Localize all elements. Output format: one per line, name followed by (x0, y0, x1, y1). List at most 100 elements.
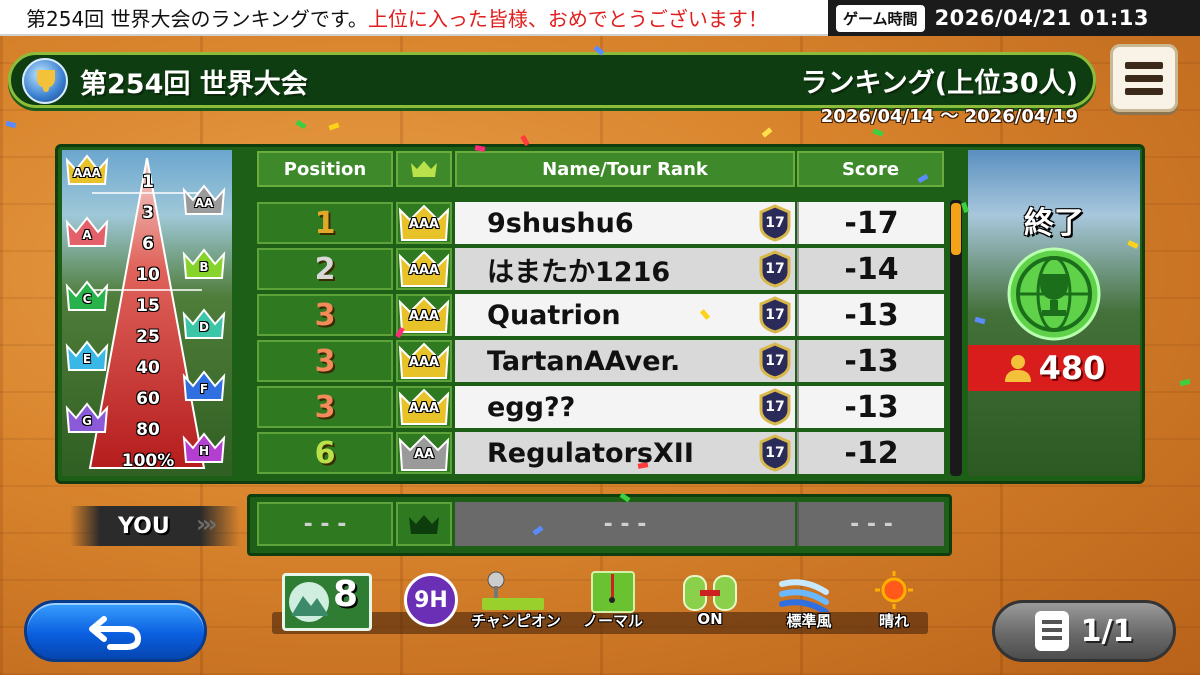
crown-icon-b: B (181, 246, 227, 282)
rank-position: 1 (257, 202, 393, 244)
game-time-label: ゲーム時間 (836, 4, 925, 32)
rank-position: 2 (257, 248, 393, 290)
wind-label: 標準風 (786, 612, 832, 630)
person-icon (1004, 355, 1031, 382)
return-arrow-icon (88, 616, 141, 650)
confetti-decoration (761, 127, 773, 138)
page-title: 第254回 世界大会 (80, 69, 308, 100)
crown-icon-empty (409, 515, 439, 534)
page-number: 1/1 (1080, 613, 1134, 649)
table-row[interactable]: 3 AAA egg?? 17 -13 (257, 386, 944, 428)
page-indicator-button[interactable]: 1/1 (992, 600, 1176, 662)
pyramid-percent-label: 25 (136, 327, 160, 347)
tour-rank-value: 17 (765, 261, 785, 277)
column-header-name: Name/Tour Rank (455, 151, 795, 187)
tour-rank-value: 17 (765, 445, 785, 461)
tour-rank-badge: 17 (755, 248, 795, 290)
crown-icon-a: A (64, 214, 110, 250)
sun-icon (875, 571, 913, 609)
participants-count: 480 (1038, 349, 1106, 387)
crown-icon-c: C (64, 278, 110, 314)
scrollbar-thumb[interactable] (951, 203, 961, 255)
game-time-display: ゲーム時間 2026/04/21 01:13 (828, 0, 1200, 36)
confetti-decoration (295, 119, 307, 130)
player-name: TartanAAver. (455, 340, 795, 382)
back-button[interactable] (24, 600, 207, 662)
assist-icon (683, 575, 737, 611)
table-row[interactable]: 2 AAA はまたか1216 17 -14 (257, 248, 944, 290)
tour-rank-value: 17 (765, 353, 785, 369)
ticker-text-main: 第254回 世界大会のランキングです。 (26, 6, 368, 31)
confetti-decoration (5, 120, 17, 129)
rank-position: 3 (257, 294, 393, 336)
player-score: -17 (797, 202, 944, 244)
confetti-decoration (872, 128, 884, 137)
player-score: -13 (797, 294, 944, 336)
menu-button[interactable] (1110, 44, 1178, 112)
tournament-status-text: 終了 (1024, 206, 1084, 241)
pyramid-percent-label: 80 (136, 420, 160, 440)
assist-label: ON (697, 610, 723, 628)
crown-icon-aaa: AAA (396, 248, 452, 290)
crown-icon-aaa: AAA (396, 386, 452, 428)
column-header-crown (396, 151, 452, 187)
tour-rank-value: 17 (765, 307, 785, 323)
tour-rank-badge: 17 (755, 340, 795, 382)
confetti-decoration (328, 122, 340, 131)
ranking-label: ランキング(上位30人) (800, 68, 1078, 99)
page-list-icon (1034, 611, 1069, 651)
table-row[interactable]: 3 AAA Quatrion 17 -13 (257, 294, 944, 336)
player-name: egg?? (455, 386, 795, 428)
crown-header-icon (411, 161, 437, 177)
rank-position: 6 (257, 432, 393, 474)
player-score: -14 (797, 248, 944, 290)
rank-position: 3 (257, 386, 393, 428)
rank-position: 3 (257, 340, 393, 382)
player-name: 9shushu6 (455, 202, 795, 244)
table-row[interactable]: 3 AAA TartanAAver. 17 -13 (257, 340, 944, 382)
crown-label: AA (413, 447, 435, 462)
player-score: -13 (797, 340, 944, 382)
pyramid-percent-label: 40 (136, 358, 160, 378)
tour-rank-badge: 17 (755, 432, 795, 474)
player-crown-cell (396, 502, 452, 546)
crown-icon-g: G (64, 400, 110, 436)
crown-label: AAA (408, 401, 440, 416)
hamburger-icon-bar (1125, 61, 1163, 69)
crown-icon-d: D (181, 306, 227, 342)
pyramid-percent-label: 15 (136, 296, 160, 316)
column-header-position: Position (257, 151, 393, 187)
world-trophy-icon (1007, 247, 1101, 341)
pyramid-percent-label: 10 (136, 265, 160, 285)
player-name: はまたか1216 (455, 248, 795, 290)
crown-icon-e: E (64, 338, 110, 374)
table-row[interactable]: 6 AA RegulatorsXII 17 -12 (257, 432, 944, 474)
crown-label: AAA (408, 263, 440, 278)
course-icon (282, 573, 372, 631)
pyramid-percent-label: 60 (136, 389, 160, 409)
ticker-text-highlight: 上位に入った皆様、おめでとうございます！ (367, 6, 768, 31)
player-name: Quatrion (455, 294, 795, 336)
crown-icon-aa: AA (396, 432, 452, 474)
crown-label: AAA (408, 355, 440, 370)
player-name: RegulatorsXII (455, 432, 795, 474)
pyramid-percent-label: 3 (142, 203, 154, 223)
tour-rank-value: 17 (765, 399, 785, 415)
weather-label: 晴れ (878, 612, 909, 630)
game-time-value: 2026/04/21 01:13 (934, 6, 1149, 30)
you-arrows-icon: ››› (196, 510, 218, 538)
tour-rank-badge: 17 (755, 294, 795, 336)
player-score: -13 (797, 386, 944, 428)
table-row[interactable]: 1 AAA 9shushu6 17 -17 (257, 202, 944, 244)
crown-icon-h: H (181, 430, 227, 466)
wind-icon (779, 579, 829, 612)
pyramid-percent-label: 6 (142, 234, 154, 254)
player-name: - - - (455, 502, 795, 546)
hamburger-icon-bar (1125, 74, 1163, 82)
crown-icon-aaa: AAA (396, 340, 452, 382)
tee-label: チャンピオン (471, 612, 561, 630)
crown-label: AAA (408, 309, 440, 324)
holes-badge: 9H (404, 573, 458, 627)
pin-label: ノーマル (582, 612, 643, 630)
tour-rank-badge: 17 (755, 386, 795, 428)
